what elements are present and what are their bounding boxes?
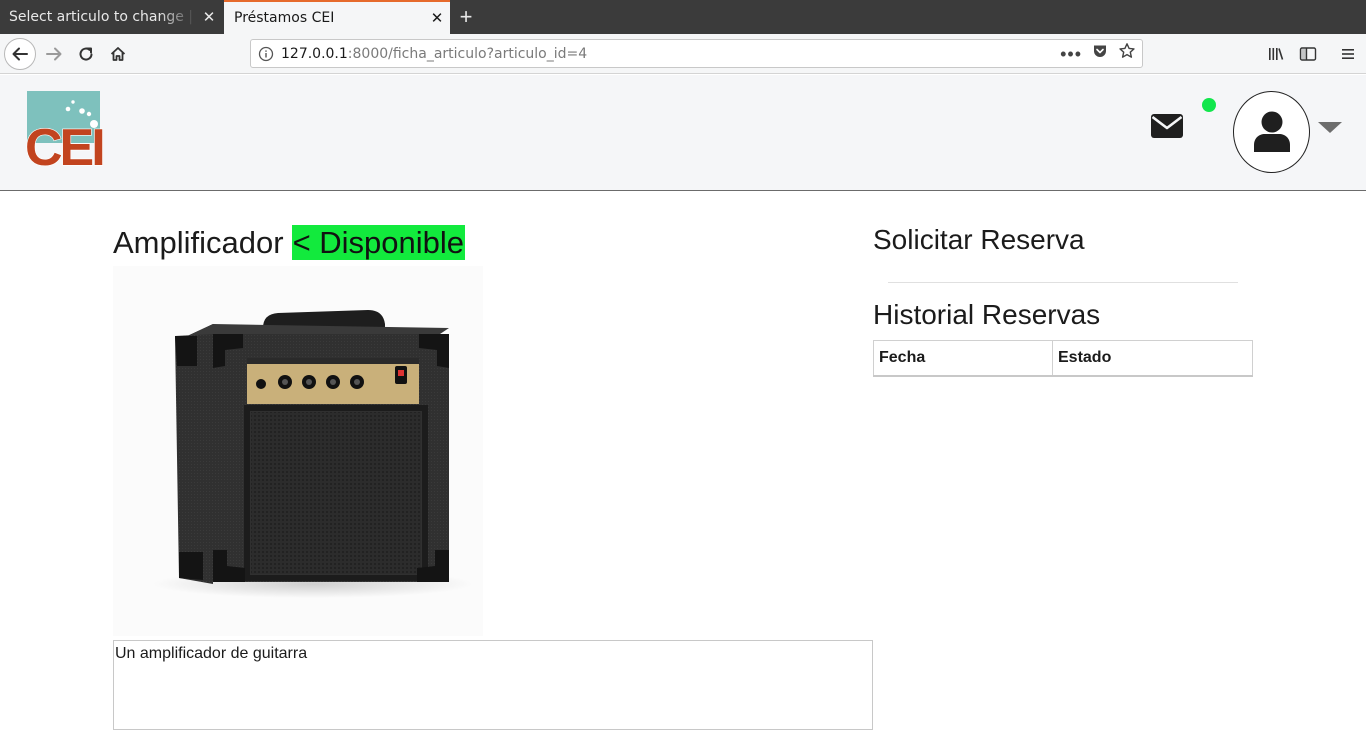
browser-tab-admin[interactable]: Select articulo to change | D ✕ [0, 0, 222, 34]
caret-down-icon[interactable] [1318, 122, 1342, 133]
bookmark-star-icon[interactable] [1118, 42, 1136, 65]
home-icon[interactable] [102, 38, 134, 70]
url-text[interactable]: 127.0.0.1:8000/ficha_articulo?articulo_i… [281, 46, 1060, 62]
envelope-icon[interactable] [1151, 114, 1183, 138]
item-image [113, 266, 483, 636]
close-tab-icon[interactable]: ✕ [424, 9, 450, 27]
tab-title: Select articulo to change | D [9, 9, 196, 25]
logo-text: CEI [25, 119, 103, 167]
column-header-fecha: Fecha [873, 340, 1053, 376]
tab-title: Préstamos CEI [234, 10, 335, 26]
pocket-icon[interactable] [1092, 43, 1108, 64]
reload-icon[interactable] [70, 38, 102, 70]
sidebar-toggle-icon[interactable] [1294, 38, 1322, 70]
forward-arrow-icon[interactable] [38, 38, 70, 70]
browser-nav-bar: 127.0.0.1:8000/ficha_articulo?articulo_i… [0, 34, 1366, 74]
user-icon [1253, 111, 1290, 152]
item-name: Amplificador [113, 225, 284, 260]
table-header-row: Fecha Estado [873, 340, 1253, 376]
page-actions-icon[interactable]: ••• [1060, 45, 1082, 63]
divider [888, 282, 1238, 283]
online-status-indicator [1202, 98, 1216, 112]
browser-tab-bar: Select articulo to change | D ✕ Préstamo… [0, 0, 1366, 34]
reservation-history-title: Historial Reservas [873, 299, 1101, 330]
close-tab-icon[interactable]: ✕ [196, 8, 222, 26]
address-bar-actions: ••• [1060, 42, 1142, 65]
browser-tab-prestamos[interactable]: Préstamos CEI ✕ [224, 0, 450, 34]
new-tab-plus-icon[interactable]: + [452, 0, 480, 34]
column-header-estado: Estado [1058, 348, 1112, 366]
info-icon[interactable] [251, 46, 281, 62]
request-reservation-title: Solicitar Reserva [873, 224, 1085, 255]
url-path: :8000/ficha_articulo?articulo_id=4 [347, 45, 588, 62]
item-description: Un amplificador de guitarra [113, 640, 873, 730]
address-bar[interactable]: 127.0.0.1:8000/ficha_articulo?articulo_i… [250, 39, 1143, 68]
cei-logo[interactable]: CEI [24, 91, 106, 178]
user-avatar-button[interactable] [1233, 91, 1310, 173]
back-arrow-icon[interactable] [4, 38, 36, 70]
item-title: Amplificador < Disponible [113, 224, 466, 261]
library-icon[interactable] [1262, 38, 1290, 70]
reservation-history-table: Fecha Estado [873, 340, 1253, 377]
app-header: CEI [0, 75, 1366, 191]
hamburger-menu-icon[interactable] [1334, 38, 1362, 70]
status-badge: < Disponible [291, 225, 466, 260]
url-host: 127.0.0.1 [281, 45, 348, 62]
